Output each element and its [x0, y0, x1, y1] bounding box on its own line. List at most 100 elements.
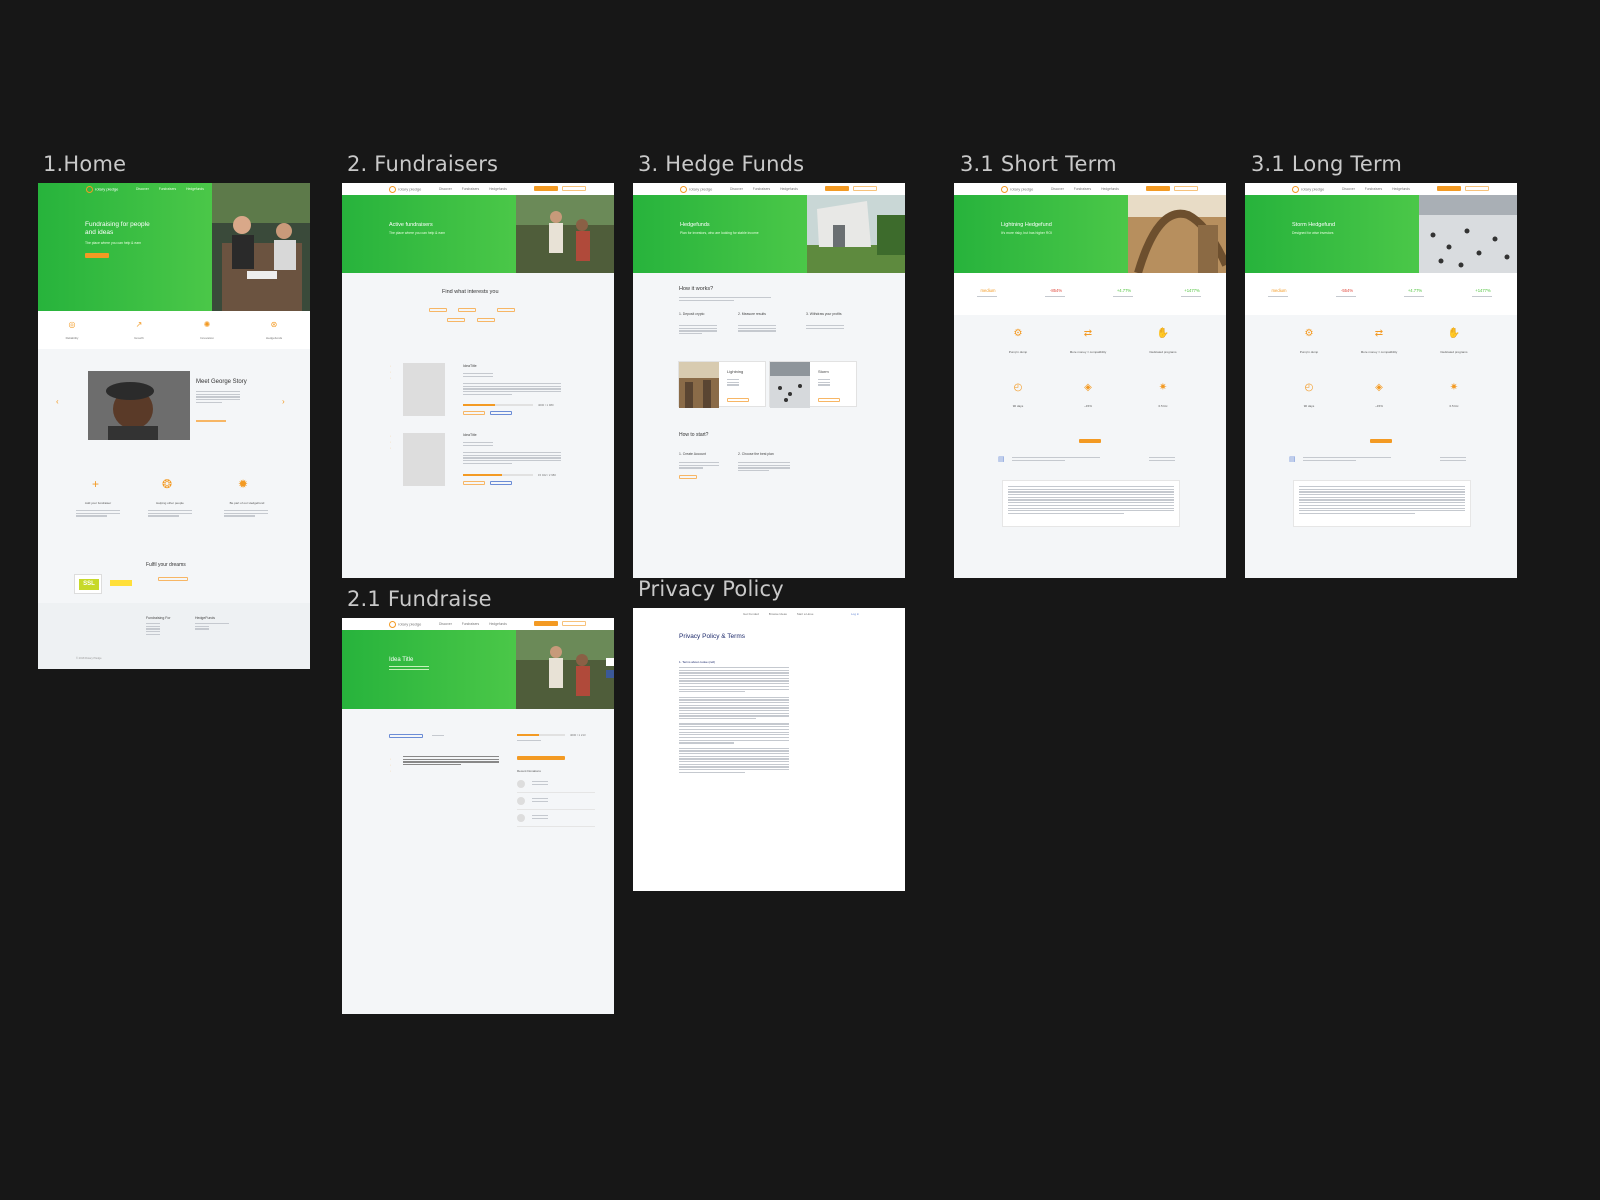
- login-link[interactable]: Log in: [851, 612, 859, 616]
- card-button[interactable]: [727, 398, 749, 402]
- dreams-button[interactable]: [158, 577, 188, 581]
- fundraiser-meta: [463, 442, 493, 447]
- fundraise-progress: [517, 734, 565, 736]
- nav-fundraisers[interactable]: Fundraisers: [462, 187, 479, 191]
- nav-fundraisers[interactable]: Fundraisers: [159, 187, 176, 191]
- nav-hedgefunds[interactable]: Hedgefunds: [1101, 187, 1119, 191]
- fund-card-lightning[interactable]: Lightning: [678, 361, 766, 408]
- feature-label: Reliability: [65, 336, 79, 340]
- nav-fundraisers[interactable]: Fundraisers: [753, 187, 770, 191]
- login-button[interactable]: [1465, 186, 1489, 191]
- long-term-board[interactable]: rotary pledge Discover Fundraisers Hedge…: [1245, 183, 1517, 578]
- nav-fundraisers[interactable]: Fundraisers: [1074, 187, 1091, 191]
- chevron-left-icon[interactable]: ‹: [56, 397, 59, 406]
- logo[interactable]: rotary pledge: [86, 186, 118, 193]
- nav-hedgefunds[interactable]: Hedgefunds: [1392, 187, 1410, 191]
- fundraisers-board[interactable]: rotary pledge Discover Fundraisers Hedge…: [342, 183, 614, 578]
- nav-links: Discover Fundraisers Hedgefunds: [1342, 187, 1419, 191]
- card-info: [818, 379, 830, 387]
- filter-tag[interactable]: [477, 318, 495, 322]
- card-button[interactable]: [818, 398, 840, 402]
- start-button[interactable]: [1146, 186, 1170, 191]
- how-text: [148, 510, 192, 518]
- logo[interactable]: rotary pledge: [1001, 186, 1033, 193]
- story-text: [196, 391, 240, 404]
- nav-links: Discover Fundraisers Hedgefunds: [439, 187, 516, 191]
- short-term-board[interactable]: rotary pledge Discover Fundraisers Hedge…: [954, 183, 1226, 578]
- nav-hedgefunds[interactable]: Hedgefunds: [780, 187, 798, 191]
- logo[interactable]: rotary pledge: [389, 186, 421, 193]
- footer-col1-links[interactable]: [146, 623, 160, 636]
- nav-start[interactable]: Start a Hose: [797, 612, 814, 616]
- start-button[interactable]: [1437, 186, 1461, 191]
- fund-tab[interactable]: [389, 734, 423, 738]
- feature-label: Pump'n dump: [1008, 350, 1028, 354]
- chevron-right-icon[interactable]: ›: [282, 397, 285, 406]
- logo[interactable]: rotary pledge: [1292, 186, 1324, 193]
- login-button[interactable]: [853, 186, 877, 191]
- filter-tag[interactable]: [429, 308, 447, 312]
- nav-discover[interactable]: Discover: [439, 622, 452, 626]
- invest-button[interactable]: [1079, 439, 1101, 443]
- logo[interactable]: rotary pledge: [680, 186, 712, 193]
- fund-button[interactable]: [463, 411, 485, 415]
- privacy-board[interactable]: Get Funded Browse Ideas Start a Hose Log…: [633, 608, 905, 891]
- filter-tag[interactable]: [497, 308, 515, 312]
- fundraiser-title[interactable]: IdeaTitle: [463, 433, 477, 437]
- footer-col2-links[interactable]: [195, 623, 229, 631]
- stat-roi: +1477%: [1475, 288, 1491, 293]
- fundraiser-title[interactable]: IdeaTitle: [463, 364, 477, 368]
- nav-discover[interactable]: Discover: [1051, 187, 1064, 191]
- fundraiser-progress: [463, 474, 533, 476]
- login-button[interactable]: [562, 621, 586, 626]
- filter-tag[interactable]: [458, 308, 476, 312]
- nav-discover[interactable]: Discover: [730, 187, 743, 191]
- top-nav: rotary pledge Discover Fundraisers Hedge…: [342, 183, 614, 195]
- hedge-funds-board[interactable]: rotary pledge Discover Fundraisers Hedge…: [633, 183, 905, 578]
- privacy-nav: Get Funded Browse Ideas Start a Hose: [743, 612, 822, 616]
- start-step-text: [679, 462, 719, 470]
- hero: Idea Title: [342, 630, 614, 709]
- nav-discover[interactable]: Discover: [136, 187, 149, 191]
- details-button[interactable]: [490, 481, 512, 485]
- nav-hedgefunds[interactable]: Hedgefunds: [489, 187, 507, 191]
- stat-risk: medium: [980, 288, 996, 293]
- helping-icon: ❂: [162, 477, 173, 491]
- nav-hedgefunds[interactable]: Hedgefunds: [186, 187, 204, 191]
- feature-label: More money = compatibility: [1360, 350, 1398, 354]
- logo[interactable]: rotary pledge: [389, 621, 421, 628]
- nav-get-funded[interactable]: Get Funded: [743, 612, 759, 616]
- board-label-privacy: Privacy Policy: [638, 577, 784, 601]
- create-account-button[interactable]: [679, 475, 697, 479]
- section-title: Find what interests you: [442, 289, 499, 295]
- exchange-icon: ⇄: [1374, 328, 1384, 339]
- start-button[interactable]: [825, 186, 849, 191]
- filter-tag[interactable]: [447, 318, 465, 322]
- nav-discover[interactable]: Discover: [1342, 187, 1355, 191]
- privacy-text: [679, 667, 789, 775]
- chat-icon: ▤: [998, 456, 1005, 463]
- fundraiser-thumb[interactable]: [403, 363, 445, 416]
- login-button[interactable]: [1174, 186, 1198, 191]
- details-button[interactable]: [490, 411, 512, 415]
- hero-cta-button[interactable]: [85, 253, 109, 258]
- fund-card-storm[interactable]: Storm: [769, 361, 857, 408]
- fund-button[interactable]: [463, 481, 485, 485]
- hero-title: Storm Hedgefund: [1292, 222, 1336, 228]
- nav-browse-ideas[interactable]: Browse Ideas: [769, 612, 787, 616]
- nav-discover[interactable]: Discover: [439, 187, 452, 191]
- story-link[interactable]: [196, 420, 226, 422]
- fundraiser-thumb[interactable]: [403, 433, 445, 486]
- nav-fundraisers[interactable]: Fundraisers: [1365, 187, 1382, 191]
- nav-fundraisers[interactable]: Fundraisers: [462, 622, 479, 626]
- donate-button[interactable]: [517, 756, 565, 760]
- fundraise-board[interactable]: rotary pledge Discover Fundraisers Hedge…: [342, 618, 614, 1014]
- login-button[interactable]: [562, 186, 586, 191]
- start-button[interactable]: [534, 186, 558, 191]
- footer-col2-title: HedgeFunds: [195, 616, 216, 620]
- hero-photo-people: [212, 183, 310, 311]
- start-button[interactable]: [534, 621, 558, 626]
- home-board[interactable]: rotary pledge Discover Fundraisers Hedge…: [38, 183, 310, 669]
- invest-button[interactable]: [1370, 439, 1392, 443]
- nav-hedgefunds[interactable]: Hedgefunds: [489, 622, 507, 626]
